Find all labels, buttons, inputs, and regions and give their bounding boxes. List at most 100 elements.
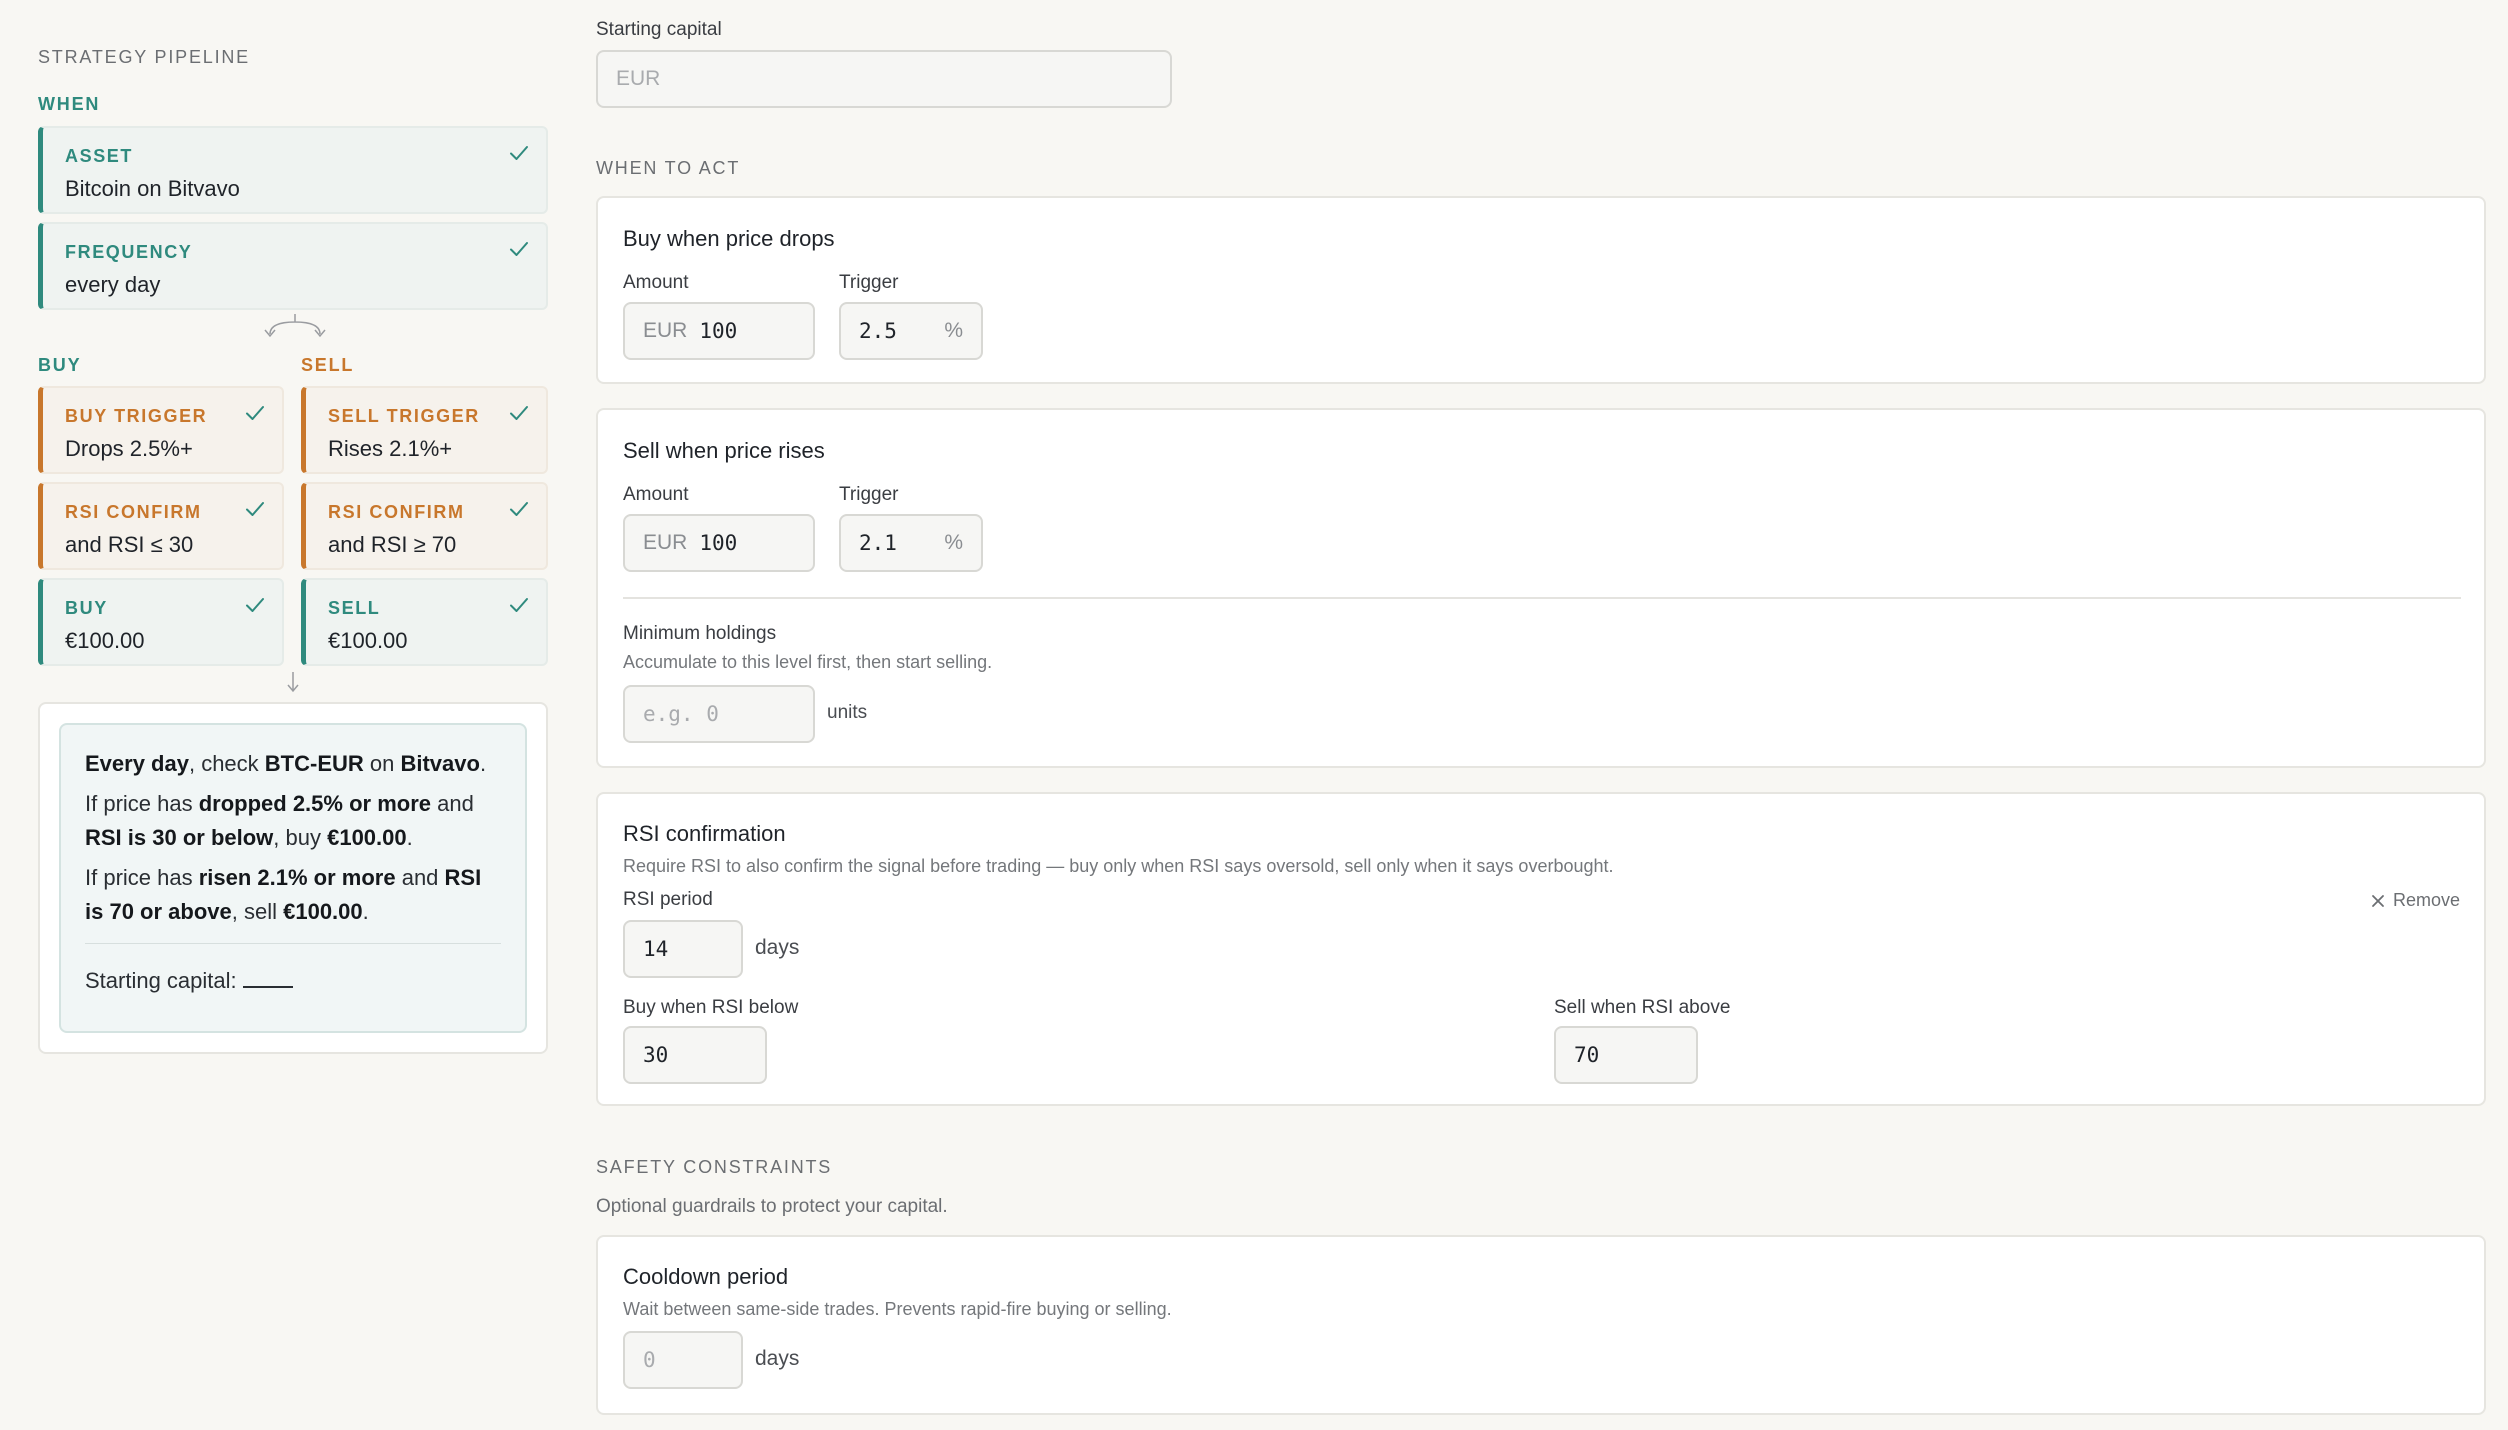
rsi-sell-above-label: Sell when RSI above xyxy=(1554,997,1731,1018)
check-icon xyxy=(510,146,528,160)
rsi-buy-below-value: 30 xyxy=(643,1043,669,1067)
min-holdings-input[interactable]: e.g. 0 xyxy=(623,685,815,743)
sell-amount-prefix: EUR xyxy=(643,531,688,554)
capital-blank xyxy=(242,970,293,988)
sell-panel: Sell when price rises Amount EUR 100 Tri… xyxy=(596,408,2486,768)
summary-line-1: Every day, check BTC-EUR on Bitvavo. xyxy=(85,751,487,776)
cooldown-unit: days xyxy=(755,1347,800,1370)
sell-trigger-suffix: % xyxy=(944,531,963,554)
cooldown-help: Wait between same-side trades. Prevents … xyxy=(623,1299,1172,1319)
check-icon xyxy=(510,406,528,420)
rsi-period-input[interactable]: 14 xyxy=(623,920,743,978)
check-icon xyxy=(510,598,528,612)
strategy-summary: Every day, check BTC-EUR on Bitvavo. If … xyxy=(59,723,527,1033)
frequency-card-label: FREQUENCY xyxy=(65,242,193,262)
safety-heading: SAFETY CONSTRAINTS xyxy=(596,1157,833,1177)
sell-amount-value: 100 xyxy=(699,531,738,555)
sell-rsi-label: RSI CONFIRM xyxy=(328,502,465,522)
check-icon xyxy=(510,502,528,516)
buy-trigger-label: Trigger xyxy=(839,272,899,293)
buy-panel: Buy when price drops Amount EUR 100 Trig… xyxy=(596,196,2486,384)
rsi-buy-below-label: Buy when RSI below xyxy=(623,997,799,1018)
strategy-summary-panel: Every day, check BTC-EUR on Bitvavo. If … xyxy=(38,702,548,1054)
sell-action-label: SELL xyxy=(328,598,381,618)
when-to-act-heading: WHEN TO ACT xyxy=(596,158,741,178)
frequency-card-value: every day xyxy=(65,272,161,297)
buy-panel-title: Buy when price drops xyxy=(623,226,835,251)
buy-rsi-card[interactable]: RSI CONFIRM and RSI ≤ 30 xyxy=(38,482,284,570)
buy-trigger-value: Drops 2.5%+ xyxy=(65,436,193,461)
rsi-panel: RSI confirmation Require RSI to also con… xyxy=(596,792,2486,1106)
summary-line-2: If price has dropped 2.5% or more and RS… xyxy=(85,791,474,850)
sell-rsi-value: and RSI ≥ 70 xyxy=(328,532,457,557)
min-holdings-help: Accumulate to this level first, then sta… xyxy=(623,652,993,672)
buy-trigger-suffix: % xyxy=(944,319,963,342)
check-icon xyxy=(510,242,528,256)
summary-divider xyxy=(85,943,501,944)
summary-line-3: If price has risen 2.1% or more and RSI … xyxy=(85,865,482,924)
buy-rsi-value: and RSI ≤ 30 xyxy=(65,532,194,557)
rsi-remove-label: Remove xyxy=(2392,890,2460,910)
check-icon xyxy=(246,598,264,612)
starting-capital-label: Starting capital xyxy=(596,19,722,40)
min-holdings-label: Minimum holdings xyxy=(623,623,777,644)
asset-card-label: ASSET xyxy=(65,146,134,166)
starting-capital-placeholder: EUR xyxy=(616,67,661,90)
arrow-down-icon xyxy=(287,672,299,693)
sell-panel-divider xyxy=(623,597,2461,599)
rsi-panel-title: RSI confirmation xyxy=(623,821,786,846)
starting-capital-input[interactable]: EUR xyxy=(596,50,1172,108)
buy-rsi-label: RSI CONFIRM xyxy=(65,502,202,522)
sell-panel-title: Sell when price rises xyxy=(623,438,825,463)
asset-card[interactable]: ASSET Bitcoin on Bitvavo xyxy=(38,126,548,214)
sell-trigger-label: SELL TRIGGER xyxy=(328,406,480,426)
rsi-sell-above-input[interactable]: 70 xyxy=(1554,1026,1698,1084)
check-icon xyxy=(246,502,264,516)
sidebar-title: STRATEGY PIPELINE xyxy=(38,47,250,67)
safety-help: Optional guardrails to protect your capi… xyxy=(596,1196,948,1217)
frequency-card[interactable]: FREQUENCY every day xyxy=(38,222,548,310)
min-holdings-unit: units xyxy=(827,702,868,723)
cooldown-title: Cooldown period xyxy=(623,1264,789,1289)
sell-trigger-input[interactable]: 2.1 % xyxy=(839,514,983,572)
summary-starting-capital: Starting capital: xyxy=(85,964,501,998)
sell-trigger-card[interactable]: SELL TRIGGER Rises 2.1%+ xyxy=(301,386,548,474)
when-section-label: WHEN xyxy=(38,94,101,114)
rsi-remove-button[interactable]: Remove xyxy=(2371,890,2460,911)
rsi-period-unit: days xyxy=(755,936,800,959)
buy-action-card[interactable]: BUY €100.00 xyxy=(38,578,284,666)
sell-trigger-value: Rises 2.1%+ xyxy=(328,436,453,461)
rsi-panel-help: Require RSI to also confirm the signal b… xyxy=(623,856,1614,876)
buy-amount-value: 100 xyxy=(699,319,738,343)
buy-trigger-label: BUY TRIGGER xyxy=(65,406,208,426)
rsi-sell-above-value: 70 xyxy=(1574,1043,1600,1067)
buy-action-label: BUY xyxy=(65,598,108,618)
rsi-buy-below-input[interactable]: 30 xyxy=(623,1026,767,1084)
branch-icon xyxy=(264,314,326,338)
buy-trigger-value: 2.5 xyxy=(859,319,897,343)
buy-amount-label: Amount xyxy=(623,272,689,293)
sell-action-card[interactable]: SELL €100.00 xyxy=(301,578,548,666)
rsi-period-label: RSI period xyxy=(623,889,713,910)
min-holdings-placeholder: e.g. 0 xyxy=(643,702,719,726)
cooldown-input[interactable]: 0 xyxy=(623,1331,743,1389)
asset-card-value: Bitcoin on Bitvavo xyxy=(65,176,240,201)
buy-amount-input[interactable]: EUR 100 xyxy=(623,302,815,360)
sell-rsi-card[interactable]: RSI CONFIRM and RSI ≥ 70 xyxy=(301,482,548,570)
buy-trigger-input[interactable]: 2.5 % xyxy=(839,302,983,360)
close-icon xyxy=(2372,894,2384,907)
sell-amount-input[interactable]: EUR 100 xyxy=(623,514,815,572)
sell-section-label: SELL xyxy=(301,355,355,375)
check-icon xyxy=(246,406,264,420)
cooldown-panel: Cooldown period Wait between same-side t… xyxy=(596,1235,2486,1415)
sell-amount-label: Amount xyxy=(623,484,689,505)
buy-trigger-card[interactable]: BUY TRIGGER Drops 2.5%+ xyxy=(38,386,284,474)
sell-action-value: €100.00 xyxy=(328,628,408,653)
buy-section-label: BUY xyxy=(38,355,82,375)
sell-trigger-value: 2.1 xyxy=(859,531,897,555)
buy-action-value: €100.00 xyxy=(65,628,145,653)
cooldown-placeholder: 0 xyxy=(643,1348,656,1372)
buy-amount-prefix: EUR xyxy=(643,319,688,342)
sell-trigger-label: Trigger xyxy=(839,484,899,505)
rsi-period-value: 14 xyxy=(643,937,669,961)
